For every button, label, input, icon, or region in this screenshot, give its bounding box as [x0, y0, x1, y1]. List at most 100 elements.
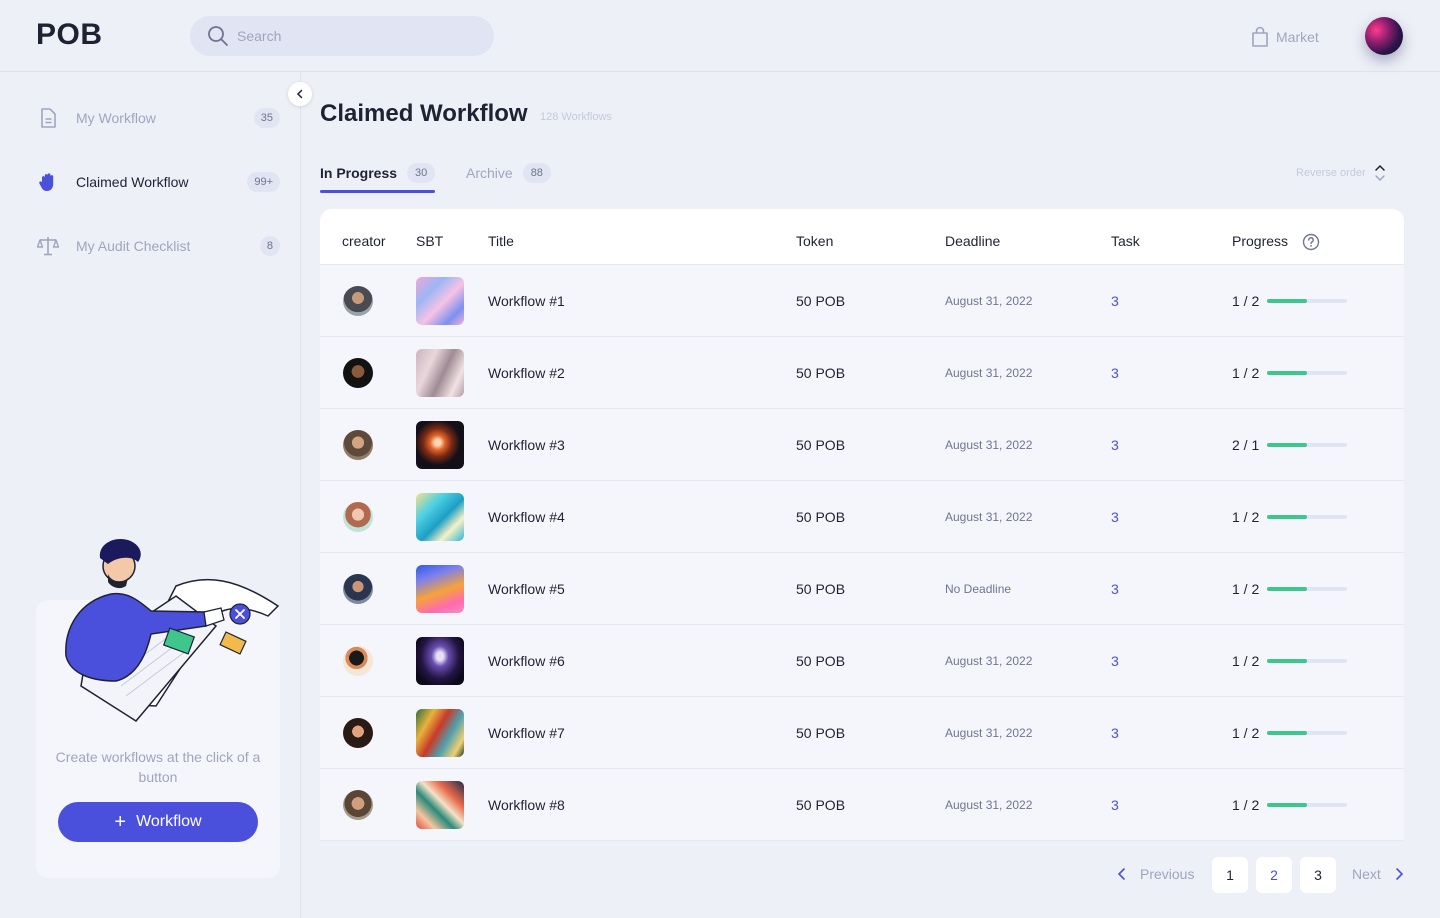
page-1-button[interactable]: 1 [1212, 857, 1248, 893]
deadline: August 31, 2022 [945, 510, 1033, 524]
count-badge: 8 [259, 236, 280, 256]
progress-text: 1 / 2 [1232, 797, 1260, 813]
progress-bar [1267, 371, 1347, 375]
progress-text: 1 / 2 [1232, 509, 1260, 525]
next-page-button[interactable]: Next [1352, 866, 1407, 882]
progress-bar [1267, 299, 1347, 303]
column-task: Task [1111, 233, 1140, 249]
deadline: August 31, 2022 [945, 294, 1033, 308]
progress-bar [1267, 803, 1347, 807]
collapse-sidebar-button[interactable] [288, 82, 312, 106]
tab-label: Archive [466, 165, 513, 181]
task-count[interactable]: 3 [1111, 293, 1119, 309]
creator-avatar[interactable] [343, 430, 373, 460]
table-row[interactable]: Workflow #2 50 POB August 31, 2022 3 1 /… [320, 337, 1404, 409]
progress-fill [1267, 299, 1307, 303]
token-amount: 50 POB [796, 797, 846, 813]
creator-avatar[interactable] [343, 502, 373, 532]
help-icon[interactable] [1302, 233, 1320, 251]
workflow-title[interactable]: Workflow #6 [488, 653, 565, 669]
table-row[interactable]: Workflow #5 50 POB No Deadline 3 1 / 2 [320, 553, 1404, 625]
task-count[interactable]: 3 [1111, 653, 1119, 669]
previous-page-button[interactable]: Previous [1114, 866, 1194, 882]
task-count[interactable]: 3 [1111, 437, 1119, 453]
workflow-count: 128 Workflows [540, 111, 612, 123]
creator-avatar[interactable] [343, 358, 373, 388]
promo-text: Create workflows at the click of a butto… [55, 749, 261, 785]
task-count[interactable]: 3 [1111, 365, 1119, 381]
chevron-left-icon [296, 89, 303, 99]
tab-in-progress[interactable]: In Progress 30 [320, 162, 436, 184]
workflow-title[interactable]: Workflow #4 [488, 509, 565, 525]
task-count[interactable]: 3 [1111, 797, 1119, 813]
sbt-thumbnail [416, 493, 464, 541]
page-2-button[interactable]: 2 [1256, 857, 1292, 893]
progress-bar [1267, 443, 1347, 447]
column-progress: Progress [1232, 233, 1289, 249]
deadline: August 31, 2022 [945, 798, 1033, 812]
sidebar-item-my-workflow[interactable]: My Workflow 35 [36, 104, 280, 132]
creator-avatar[interactable] [343, 286, 373, 316]
token-amount: 50 POB [796, 293, 846, 309]
workflow-title[interactable]: Workflow #2 [488, 365, 565, 381]
token-amount: 50 POB [796, 725, 846, 741]
chevron-left-icon [1117, 868, 1125, 880]
progress-fill [1267, 659, 1307, 663]
table-row[interactable]: Workflow #4 50 POB August 31, 2022 3 1 /… [320, 481, 1404, 553]
chevron-right-icon [1395, 868, 1403, 880]
table-row[interactable]: Workflow #6 50 POB August 31, 2022 3 1 /… [320, 625, 1404, 697]
tab-archive[interactable]: Archive 88 [466, 162, 551, 184]
sidebar-item-my-audit-checklist[interactable]: My Audit Checklist 8 [36, 232, 280, 260]
progress-fill [1267, 515, 1307, 519]
reverse-order-toggle[interactable]: Reverse order [1296, 163, 1386, 183]
search-input[interactable] [237, 16, 477, 56]
workflow-title[interactable]: Workflow #5 [488, 581, 565, 597]
create-workflow-button[interactable]: + Workflow [58, 802, 258, 842]
progress-fill [1267, 731, 1307, 735]
progress-bar [1267, 515, 1347, 519]
progress-bar [1267, 659, 1347, 663]
user-avatar[interactable] [1365, 17, 1403, 55]
task-count[interactable]: 3 [1111, 581, 1119, 597]
progress-text: 2 / 1 [1232, 437, 1260, 453]
workflow-title[interactable]: Workflow #1 [488, 293, 565, 309]
active-tab-indicator [320, 190, 435, 193]
token-amount: 50 POB [796, 437, 846, 453]
task-count[interactable]: 3 [1111, 725, 1119, 741]
top-bar: POB Market [0, 0, 1440, 72]
workflow-title[interactable]: Workflow #3 [488, 437, 565, 453]
creator-avatar[interactable] [343, 790, 373, 820]
progress-fill [1267, 803, 1307, 807]
table-header: creator SBT Title Token Deadline Task Pr… [320, 209, 1404, 265]
table-row[interactable]: Workflow #8 50 POB August 31, 2022 3 1 /… [320, 769, 1404, 841]
logo[interactable]: POB [36, 18, 103, 52]
progress-bar [1267, 587, 1347, 591]
column-title: Title [488, 233, 514, 249]
page-title: Claimed Workflow [320, 100, 528, 127]
sidebar-item-claimed-workflow[interactable]: Claimed Workflow 99+ [36, 168, 280, 196]
column-creator: creator [342, 233, 386, 249]
create-workflow-label: Workflow [136, 813, 202, 830]
deadline: August 31, 2022 [945, 438, 1033, 452]
creator-avatar[interactable] [343, 718, 373, 748]
sidebar-item-label: My Audit Checklist [76, 238, 191, 254]
hand-icon [36, 170, 60, 194]
progress-text: 1 / 2 [1232, 293, 1260, 309]
table-row[interactable]: Workflow #1 50 POB August 31, 2022 3 1 /… [320, 265, 1404, 337]
table-row[interactable]: Workflow #7 50 POB August 31, 2022 3 1 /… [320, 697, 1404, 769]
table-row[interactable]: Workflow #3 50 POB August 31, 2022 3 2 /… [320, 409, 1404, 481]
search-box[interactable] [190, 16, 494, 56]
page-3-button[interactable]: 3 [1300, 857, 1336, 893]
progress-fill [1267, 371, 1307, 375]
workflow-title[interactable]: Workflow #8 [488, 797, 565, 813]
progress-text: 1 / 2 [1232, 725, 1260, 741]
tab-count: 30 [407, 163, 436, 183]
market-link[interactable]: Market [1250, 26, 1319, 48]
previous-label: Previous [1140, 866, 1195, 882]
workflow-title[interactable]: Workflow #7 [488, 725, 565, 741]
tab-count: 88 [522, 163, 551, 183]
task-count[interactable]: 3 [1111, 509, 1119, 525]
sbt-thumbnail [416, 709, 464, 757]
creator-avatar[interactable] [343, 574, 373, 604]
creator-avatar[interactable] [343, 646, 373, 676]
